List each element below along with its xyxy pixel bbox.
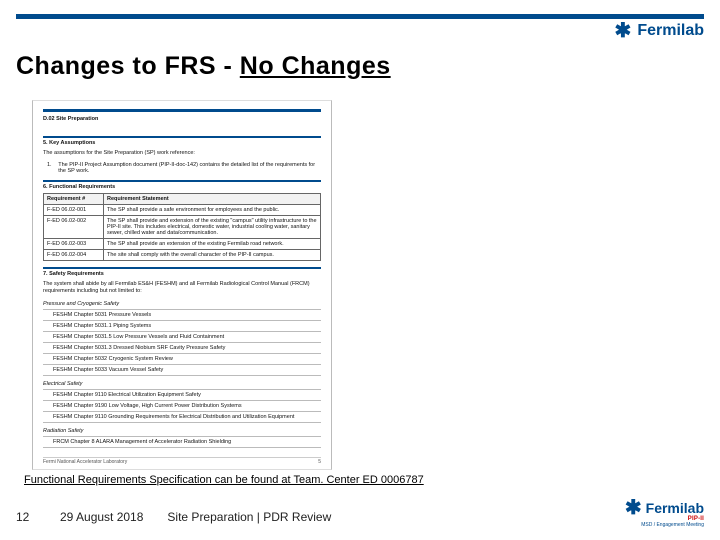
brand-name-bottom: Fermilab	[646, 500, 704, 516]
frs-location-note: Functional Requirements Specification ca…	[24, 474, 424, 486]
table-row: F-ED 06.02-004The site shall comply with…	[44, 249, 321, 260]
section-6-heading: 6. Functional Requirements	[43, 180, 321, 190]
list-item: FESHM Chapter 5031 Pressure Vessels	[43, 309, 321, 320]
slide-title: Changes to FRS - No Changes	[16, 52, 391, 81]
brand-name: Fermilab	[637, 22, 704, 40]
list-item: FESHM Chapter 5033 Vacuum Vessel Safety	[43, 364, 321, 376]
list-item: FESHM Chapter 5031.5 Low Pressure Vessel…	[43, 331, 321, 342]
sub-brand-tagline: MSD / Engagement Meeting	[625, 522, 704, 528]
col-header-req-stmt: Requirement Statement	[104, 193, 321, 204]
slide-footer: 12 29 August 2018 Site Preparation | PDR…	[16, 510, 331, 524]
list-item: FESHM Chapter 5032 Cryogenic System Revi…	[43, 353, 321, 364]
slide: ✱ Fermilab Changes to FRS - No Changes D…	[0, 0, 720, 540]
brand-logo-bottom: ✱ Fermilab PIP-II MSD / Engagement Meeti…	[625, 500, 704, 528]
brand-logo-top: ✱ Fermilab	[615, 22, 704, 40]
electrical-list: FESHM Chapter 9110 Electrical Utilizatio…	[43, 389, 321, 423]
table-row: F-ED 06.02-001The SP shall provide a saf…	[44, 204, 321, 215]
footer-context: Site Preparation | PDR Review	[167, 510, 331, 524]
table-row: F-ED 06.02-003The SP shall provide an ex…	[44, 238, 321, 249]
list-text: The PIP-II Project Assumption document (…	[58, 162, 321, 174]
radiation-list: FRCM Chapter 8 ALARA Management of Accel…	[43, 436, 321, 448]
doc-accent-bar	[43, 109, 321, 112]
table-row: F-ED 06.02-002The SP shall provide and e…	[44, 215, 321, 238]
list-item: FRCM Chapter 8 ALARA Management of Accel…	[43, 436, 321, 448]
col-header-req-num: Requirement #	[44, 193, 104, 204]
list-item: FESHM Chapter 5031.1 Piping Systems	[43, 320, 321, 331]
section-5-para: The assumptions for the Site Preparation…	[43, 150, 321, 158]
doc-code: D.02 Site Preparation	[43, 116, 321, 122]
list-item: FESHM Chapter 5031.3 Dressed Niobium SRF…	[43, 342, 321, 353]
table-header-row: Requirement # Requirement Statement	[44, 193, 321, 204]
list-number: 1.	[47, 162, 54, 174]
title-emph: No Changes	[240, 52, 391, 80]
section-7-para: The system shall abide by all Fermilab E…	[43, 281, 321, 296]
title-prefix: Changes to FRS -	[16, 52, 240, 80]
top-accent-bar	[16, 14, 704, 19]
subhead-pressure: Pressure and Cryogenic Safety	[43, 301, 321, 307]
list-item: FESHM Chapter 9110 Electrical Utilizatio…	[43, 389, 321, 400]
subhead-radiation: Radiation Safety	[43, 428, 321, 434]
section-5-heading: 5. Key Assumptions	[43, 136, 321, 146]
section-5-item-1: 1. The PIP-II Project Assumption documen…	[47, 162, 321, 174]
list-item: FESHM Chapter 9190 Low Voltage, High Cur…	[43, 400, 321, 411]
doc-footer-left: Fermi National Accelerator Laboratory	[43, 459, 127, 465]
embedded-document-thumbnail: D.02 Site Preparation 5. Key Assumptions…	[32, 100, 332, 470]
list-item: FESHM Chapter 9110 Grounding Requirement…	[43, 411, 321, 423]
doc-footer: Fermi National Accelerator Laboratory 5	[43, 457, 321, 465]
page-number: 12	[16, 510, 36, 524]
doc-footer-page: 5	[318, 459, 321, 465]
footer-date: 29 August 2018	[60, 510, 143, 524]
requirements-table: Requirement # Requirement Statement F-ED…	[43, 193, 321, 261]
pressure-list: FESHM Chapter 5031 Pressure Vessels FESH…	[43, 309, 321, 376]
section-7-heading: 7. Safety Requirements	[43, 267, 321, 277]
subhead-electrical: Electrical Safety	[43, 381, 321, 387]
